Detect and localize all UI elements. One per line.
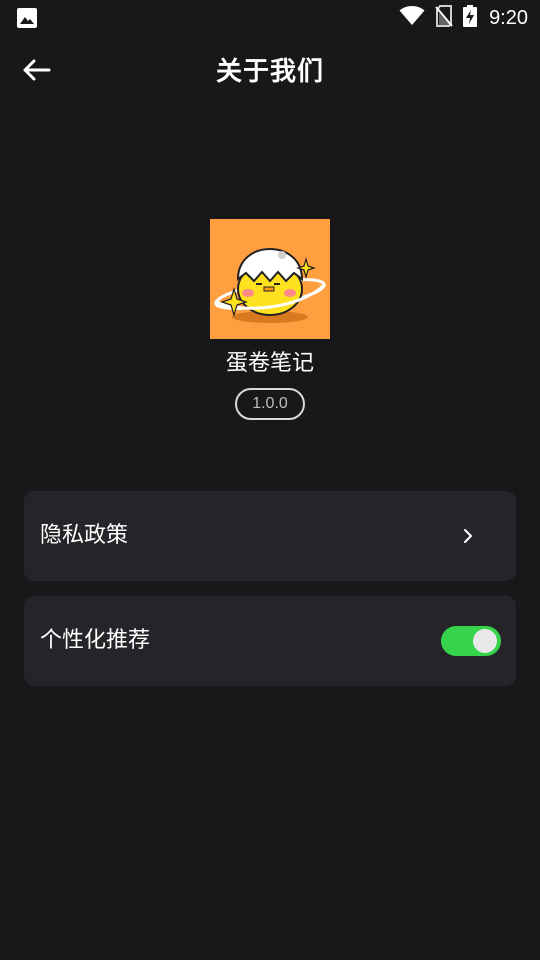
personalized-recommendation-label: 个性化推荐 bbox=[40, 628, 151, 653]
status-icons: 9:20 bbox=[399, 0, 528, 36]
toggle-knob[interactable] bbox=[473, 629, 497, 653]
app-logo bbox=[210, 219, 330, 339]
no-sim-icon bbox=[435, 5, 453, 31]
privacy-policy-label: 隐私政策 bbox=[40, 523, 129, 548]
personalized-recommendation-item: 个性化推荐 bbox=[24, 596, 516, 686]
wifi-icon bbox=[399, 6, 425, 30]
image-icon bbox=[16, 7, 38, 29]
back-button[interactable] bbox=[16, 54, 56, 90]
battery-charging-icon bbox=[463, 5, 478, 31]
app-name: 蛋卷笔记 bbox=[225, 351, 314, 376]
personalized-recommendation-toggle[interactable] bbox=[441, 626, 501, 656]
chevron-right-icon bbox=[458, 526, 478, 546]
egg-chick-logo bbox=[214, 248, 326, 323]
status-time: 9:20 bbox=[489, 6, 528, 29]
privacy-policy-item[interactable]: 隐私政策 bbox=[24, 491, 516, 581]
arrow-left-icon bbox=[21, 58, 51, 86]
version-badge: 1.0.0 bbox=[235, 388, 305, 420]
page-title: 关于我们 bbox=[215, 57, 324, 87]
status-bar: 9:20 bbox=[0, 0, 540, 36]
top-bar: 关于我们 bbox=[0, 36, 540, 108]
